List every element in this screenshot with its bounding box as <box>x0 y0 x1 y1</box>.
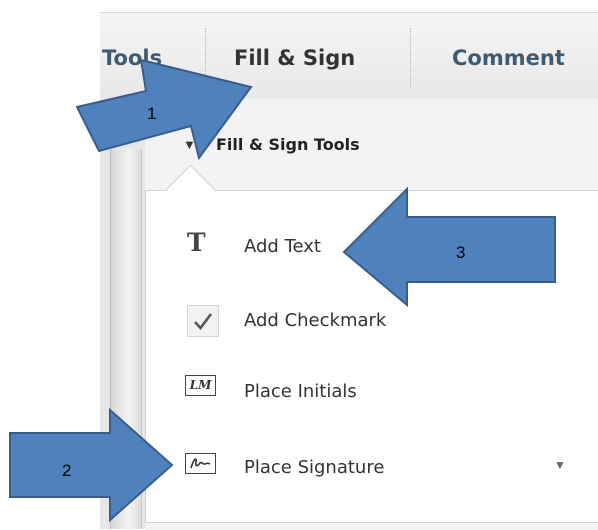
callout-number-3: 3 <box>456 243 466 262</box>
callout-arrow-3 <box>342 186 556 308</box>
callout-arrow-2 <box>9 407 174 523</box>
annotation-overlay <box>9 58 556 523</box>
callout-arrow-1 <box>75 58 253 161</box>
callout-number-1: 1 <box>147 104 157 123</box>
callout-number-2: 2 <box>62 461 72 480</box>
